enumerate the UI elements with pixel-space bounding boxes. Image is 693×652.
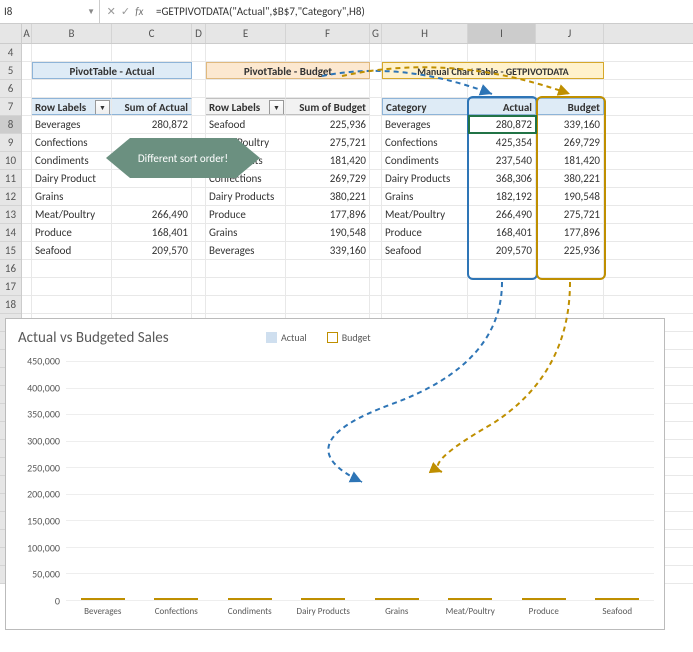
table-row[interactable]: Seafood 209,570 Beverages 339,160 Seafoo… <box>22 242 693 260</box>
chart[interactable]: Actual vs Budgeted Sales Actual Budget 0… <box>5 318 665 630</box>
row-header[interactable]: 14 <box>0 224 21 242</box>
cell-reference: I8 <box>4 5 12 18</box>
column-header[interactable]: J <box>536 24 604 43</box>
column-header[interactable]: G <box>370 24 382 43</box>
chevron-down-icon[interactable]: ▼ <box>87 7 95 17</box>
pivot-header[interactable]: Sum of Actual <box>112 98 192 115</box>
row-header[interactable]: 6 <box>0 80 21 98</box>
pivot-actual-title[interactable]: PivotTable - Actual <box>32 62 192 79</box>
row-header[interactable]: 18 <box>0 296 21 314</box>
table-header[interactable]: Budget <box>536 98 604 115</box>
row-header[interactable]: 5 <box>0 62 21 80</box>
row-header[interactable]: 8 <box>0 116 21 134</box>
filter-dropdown-icon[interactable]: ▼ <box>269 100 284 115</box>
x-axis-label: Beverages <box>66 600 140 617</box>
plot-area: BeveragesConfectionsCondimentsDairy Prod… <box>66 361 654 601</box>
row-header[interactable]: 9 <box>0 134 21 152</box>
column-header[interactable]: C <box>112 24 192 43</box>
x-axis-label: Meat/Poultry <box>434 600 508 617</box>
column-header[interactable]: B <box>32 24 112 43</box>
formula-bar-buttons: ✕ ✓ fx <box>100 5 150 18</box>
accept-icon[interactable]: ✓ <box>121 5 130 18</box>
formula-bar: I8 ▼ ✕ ✓ fx =GETPIVOTDATA("Actual",$B$7,… <box>0 0 693 24</box>
x-axis-label: Seafood <box>581 600 655 617</box>
table-row[interactable]: Meat/Poultry 266,490 Produce 177,896 Mea… <box>22 206 693 224</box>
x-axis-label: Grains <box>360 600 434 617</box>
column-header[interactable]: F <box>286 24 370 43</box>
row-header[interactable]: 15 <box>0 242 21 260</box>
column-headers: A B C D E F G H I J <box>0 24 693 44</box>
x-axis-label: Condiments <box>213 600 287 617</box>
table-header[interactable]: Category <box>382 98 468 115</box>
row-header[interactable]: 13 <box>0 206 21 224</box>
column-header[interactable]: E <box>206 24 286 43</box>
row-header[interactable]: 4 <box>0 44 21 62</box>
column-header[interactable]: A <box>22 24 32 43</box>
column-header[interactable]: I <box>468 24 536 43</box>
table-header[interactable]: Actual <box>468 98 536 115</box>
column-header[interactable]: D <box>192 24 206 43</box>
y-axis: 050,000100,000150,000200,000250,000300,0… <box>16 361 64 601</box>
x-axis-label: Produce <box>507 600 581 617</box>
row-header[interactable]: 12 <box>0 188 21 206</box>
manual-table-title[interactable]: Manual Chart Table - GETPIVOTDATA <box>382 62 604 79</box>
row-header[interactable]: 17 <box>0 278 21 296</box>
column-header[interactable]: H <box>382 24 468 43</box>
pivot-budget-title[interactable]: PivotTable - Budget <box>206 62 370 79</box>
chart-legend: Actual Budget <box>266 331 371 344</box>
table-row[interactable]: Beverages 280,872 Seafood 225,936 Bevera… <box>22 116 693 134</box>
fx-icon[interactable]: fx <box>135 5 143 18</box>
pivot-header[interactable]: Row Labels▼ <box>32 98 112 115</box>
x-axis-label: Confections <box>140 600 214 617</box>
x-axis-label: Dairy Products <box>287 600 361 617</box>
row-header[interactable]: 7 <box>0 98 21 116</box>
callout-arrow: Different sort order! <box>130 138 236 178</box>
formula-input[interactable]: =GETPIVOTDATA("Actual",$B$7,"Category",H… <box>150 5 693 18</box>
name-box[interactable]: I8 ▼ <box>0 0 100 23</box>
row-header[interactable]: 11 <box>0 170 21 188</box>
pivot-header[interactable]: Row Labels▼ <box>206 98 286 115</box>
legend-swatch-budget <box>327 332 338 343</box>
cancel-icon[interactable]: ✕ <box>107 5 116 18</box>
callout-text: Different sort order! <box>130 138 236 178</box>
row-header[interactable]: 10 <box>0 152 21 170</box>
table-row[interactable]: Grains Dairy Products 380,221 Grains 182… <box>22 188 693 206</box>
filter-dropdown-icon[interactable]: ▼ <box>95 100 110 115</box>
table-row[interactable]: Produce 168,401 Grains 190,548 Produce 1… <box>22 224 693 242</box>
select-all-corner[interactable] <box>0 24 22 43</box>
legend-swatch-actual <box>266 332 277 343</box>
row-header[interactable]: 16 <box>0 260 21 278</box>
pivot-header[interactable]: Sum of Budget <box>286 98 370 115</box>
